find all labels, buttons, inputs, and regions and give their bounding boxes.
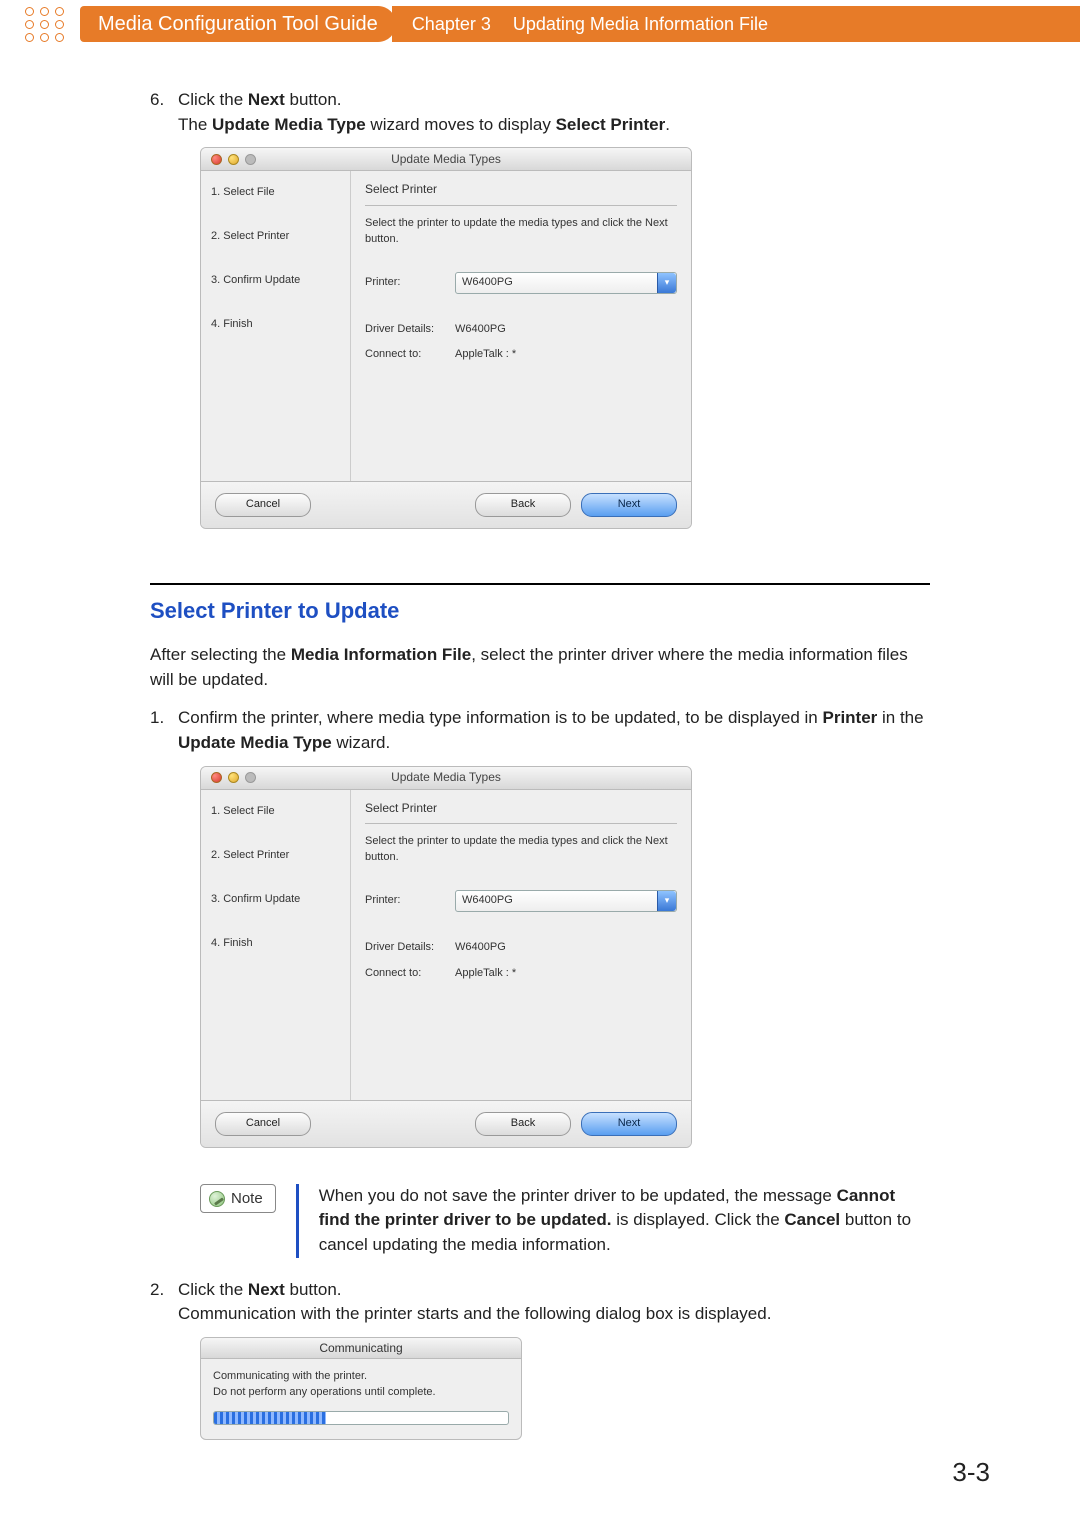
section-intro: After selecting the Media Information Fi…: [150, 643, 930, 692]
minimize-icon[interactable]: [228, 154, 239, 165]
step-number: 2.: [150, 1278, 178, 1440]
printer-select-value: W6400PG: [462, 275, 513, 291]
printer-select-value: W6400PG: [462, 893, 513, 909]
note-block: Note When you do not save the printer dr…: [200, 1184, 930, 1258]
printer-label: Printer:: [365, 275, 455, 291]
close-icon[interactable]: [211, 772, 222, 783]
text: The: [178, 115, 212, 134]
note-divider: [296, 1184, 299, 1258]
window-title: Update Media Types: [201, 769, 691, 786]
section-heading: Select Printer to Update: [150, 595, 930, 627]
zoom-icon: [245, 154, 256, 165]
doc-header: Media Configuration Tool Guide Chapter 3…: [0, 0, 1080, 48]
wizard-window: Update Media Types 1. Select File 2. Sel…: [200, 147, 692, 529]
driver-details-label: Driver Details:: [365, 940, 455, 956]
wizard-step-item: 4. Finish: [211, 317, 340, 333]
zoom-icon: [245, 772, 256, 783]
text-bold: Update Media Type: [212, 115, 366, 134]
cancel-button[interactable]: Cancel: [215, 493, 311, 517]
text: Click the: [178, 1280, 248, 1299]
wizard-step-item: 2. Select Printer: [211, 229, 340, 245]
wizard-steps-sidebar: 1. Select File 2. Select Printer 3. Conf…: [201, 790, 351, 1100]
wizard-step-item: 1. Select File: [211, 185, 340, 201]
section-divider: [150, 583, 930, 585]
step-1: 1. Confirm the printer, where media type…: [150, 706, 930, 1171]
window-titlebar: Update Media Types: [201, 148, 691, 171]
connect-to-label: Connect to:: [365, 347, 455, 363]
wizard-steps-sidebar: 1. Select File 2. Select Printer 3. Conf…: [201, 171, 351, 481]
text-bold: Next: [248, 90, 285, 109]
step-number: 6.: [150, 88, 178, 553]
step-2: 2. Click the Next button. Communication …: [150, 1278, 930, 1440]
step-6: 6. Click the Next button. The Update Med…: [150, 88, 930, 553]
page-number: 3-3: [952, 1457, 990, 1488]
text: in the: [877, 708, 923, 727]
text-bold: Update Media Type: [178, 733, 332, 752]
connect-to-value: AppleTalk : *: [455, 966, 516, 982]
close-icon[interactable]: [211, 154, 222, 165]
panel-instruction: Select the printer to update the media t…: [365, 834, 677, 866]
minimize-icon[interactable]: [228, 772, 239, 783]
chapter-title: Updating Media Information File: [513, 14, 768, 35]
dialog-line1: Communicating with the printer.: [213, 1369, 509, 1385]
panel-instruction: Select the printer to update the media t…: [365, 216, 677, 248]
back-button[interactable]: Back: [475, 493, 571, 517]
step-number: 1.: [150, 706, 178, 1171]
printer-select[interactable]: W6400PG ▾: [455, 890, 677, 912]
driver-details-label: Driver Details:: [365, 322, 455, 338]
driver-details-value: W6400PG: [455, 322, 506, 338]
dialog-title: Communicating: [201, 1338, 521, 1359]
text: wizard.: [332, 733, 391, 752]
decoration-dots: [0, 0, 80, 48]
back-button[interactable]: Back: [475, 1112, 571, 1136]
driver-details-value: W6400PG: [455, 940, 506, 956]
cancel-button[interactable]: Cancel: [215, 1112, 311, 1136]
text-bold: Select Printer: [556, 115, 666, 134]
text: Confirm the printer, where media type in…: [178, 708, 822, 727]
text: Click the: [178, 90, 248, 109]
window-title: Update Media Types: [201, 151, 691, 168]
guide-title-badge: Media Configuration Tool Guide: [80, 6, 396, 42]
note-label: Note: [231, 1188, 263, 1210]
window-titlebar: Update Media Types: [201, 767, 691, 790]
wizard-step-item: 3. Confirm Update: [211, 892, 340, 908]
printer-select[interactable]: W6400PG ▾: [455, 272, 677, 294]
connect-to-label: Connect to:: [365, 966, 455, 982]
note-text: When you do not save the printer driver …: [319, 1184, 930, 1258]
wizard-step-item: 4. Finish: [211, 936, 340, 952]
text: .: [665, 115, 670, 134]
printer-label: Printer:: [365, 893, 455, 909]
connect-to-value: AppleTalk : *: [455, 347, 516, 363]
text: wizard moves to display: [366, 115, 556, 134]
dropdown-arrow-icon[interactable]: ▾: [657, 273, 676, 293]
panel-heading: Select Printer: [365, 181, 677, 205]
chapter-number: Chapter 3: [412, 14, 491, 35]
wizard-step-item: 3. Confirm Update: [211, 273, 340, 289]
panel-heading: Select Printer: [365, 800, 677, 824]
text-bold: Printer: [822, 708, 877, 727]
text: button.: [285, 90, 342, 109]
progress-fill: [214, 1412, 326, 1424]
progress-bar: [213, 1411, 509, 1425]
wizard-step-item: 1. Select File: [211, 804, 340, 820]
dialog-line2: Do not perform any operations until comp…: [213, 1385, 509, 1401]
communicating-dialog: Communicating Communicating with the pri…: [200, 1337, 522, 1440]
dropdown-arrow-icon[interactable]: ▾: [657, 891, 676, 911]
wizard-step-item: 2. Select Printer: [211, 848, 340, 864]
wizard-window: Update Media Types 1. Select File 2. Sel…: [200, 766, 692, 1148]
text-bold: Next: [248, 1280, 285, 1299]
note-badge: Note: [200, 1184, 276, 1214]
pencil-note-icon: [209, 1191, 225, 1207]
next-button[interactable]: Next: [581, 493, 677, 517]
chapter-bar: Chapter 3 Updating Media Information Fil…: [392, 6, 1080, 42]
text: Communication with the printer starts an…: [178, 1302, 930, 1327]
next-button[interactable]: Next: [581, 1112, 677, 1136]
text: button.: [285, 1280, 342, 1299]
